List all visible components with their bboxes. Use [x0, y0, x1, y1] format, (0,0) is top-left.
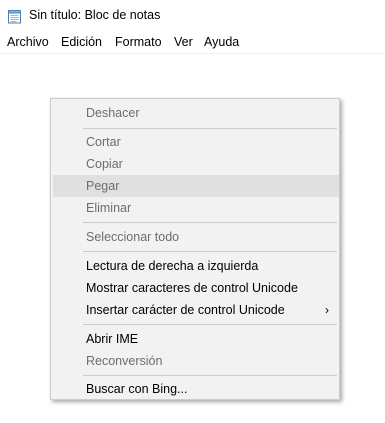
menu-archivo[interactable]: Archivo — [7, 35, 49, 49]
menu-item-abrir-ime[interactable]: Abrir IME — [53, 328, 339, 350]
menu-item-label: Copiar — [86, 157, 123, 171]
menu-item-label: Abrir IME — [86, 332, 139, 346]
menu-item-cortar[interactable]: Cortar — [53, 131, 339, 153]
menu-item-copiar[interactable]: Copiar — [53, 153, 339, 175]
menu-ver[interactable]: Ver — [174, 35, 193, 49]
menu-item-label: Deshacer — [86, 106, 140, 120]
context-menu: Deshacer Cortar Copiar Pegar Eliminar Se… — [50, 98, 340, 400]
menu-item-eliminar[interactable]: Eliminar — [53, 197, 339, 219]
notepad-icon — [8, 10, 21, 24]
menu-separator — [83, 375, 337, 376]
menu-item-reconversion[interactable]: Reconversión — [53, 350, 339, 372]
menu-item-label: Cortar — [86, 135, 121, 149]
menu-item-label: Eliminar — [86, 201, 132, 215]
menu-item-label: Reconversión — [86, 354, 163, 368]
menu-item-label: Seleccionar todo — [86, 230, 180, 244]
window-title: Sin título: Bloc de notas — [29, 8, 161, 22]
menu-item-buscar-con-bing[interactable]: Buscar con Bing... — [53, 378, 339, 400]
menu-ayuda[interactable]: Ayuda — [204, 35, 239, 49]
menu-separator — [83, 251, 337, 252]
menu-bar: Archivo Edición Formato Ver Ayuda — [0, 32, 385, 54]
menu-formato[interactable]: Formato — [115, 35, 162, 49]
menu-separator — [83, 324, 337, 325]
menu-item-pegar[interactable]: Pegar — [53, 175, 339, 197]
menu-separator — [83, 222, 337, 223]
chevron-right-icon: › — [325, 303, 329, 317]
menu-item-label: Pegar — [86, 179, 120, 193]
menu-item-seleccionar-todo[interactable]: Seleccionar todo — [53, 226, 339, 248]
menu-item-lectura-derecha-izquierda[interactable]: Lectura de derecha a izquierda — [53, 255, 339, 277]
menu-item-deshacer[interactable]: Deshacer — [53, 102, 339, 124]
title-bar: Sin título: Bloc de notas — [0, 0, 385, 32]
menu-item-insertar-caracter-unicode[interactable]: Insertar carácter de control Unicode › — [53, 299, 339, 321]
menu-item-label: Lectura de derecha a izquierda — [86, 259, 259, 273]
menu-item-label: Mostrar caracteres de control Unicode — [86, 281, 298, 295]
menu-item-label: Insertar carácter de control Unicode — [86, 303, 285, 317]
menu-item-mostrar-caracteres-unicode[interactable]: Mostrar caracteres de control Unicode — [53, 277, 339, 299]
menu-item-label: Buscar con Bing... — [86, 382, 188, 396]
menu-separator — [83, 128, 337, 129]
menu-edicion[interactable]: Edición — [61, 35, 102, 49]
